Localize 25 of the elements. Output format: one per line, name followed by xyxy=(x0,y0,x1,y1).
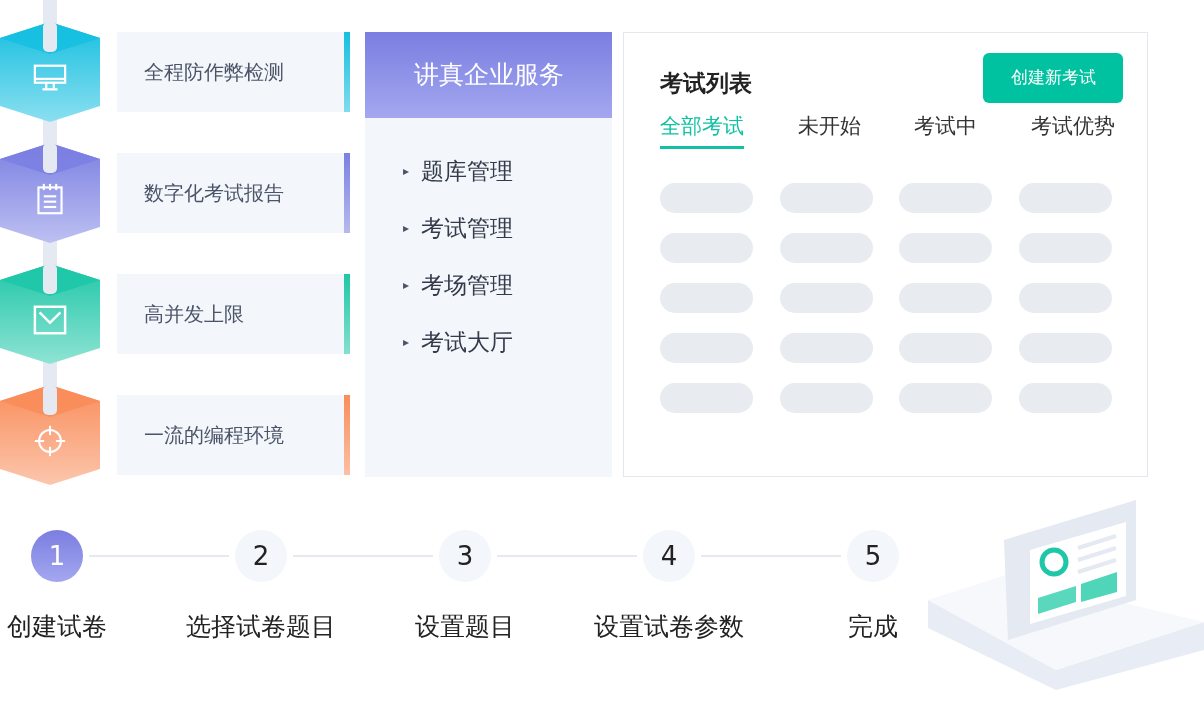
feature-label: 高并发上限 xyxy=(144,301,244,328)
menu-item[interactable]: ▸ 考场管理 xyxy=(403,268,612,302)
step-label: 设置题目 xyxy=(415,611,515,643)
menu-item[interactable]: ▸ 考试大厅 xyxy=(403,325,612,359)
menu-item[interactable]: ▸ 考试管理 xyxy=(403,211,612,245)
step-number: 4 xyxy=(643,530,695,582)
envelope-icon xyxy=(33,304,67,336)
step-number: 1 xyxy=(31,530,83,582)
feature-label: 数字化考试报告 xyxy=(144,180,284,207)
step-label: 选择试卷题目 xyxy=(186,611,336,643)
tab[interactable]: 未开始 xyxy=(797,111,861,149)
tab[interactable]: 考试优势 xyxy=(1030,111,1115,149)
crosshair-icon xyxy=(33,425,67,457)
feature-label: 一流的编程环境 xyxy=(144,422,284,449)
menu-item[interactable]: ▸ 题库管理 xyxy=(403,154,612,188)
step-number: 3 xyxy=(439,530,491,582)
step-number: 2 xyxy=(235,530,287,582)
step-label: 完成 xyxy=(848,611,898,643)
step-label: 创建试卷 xyxy=(7,611,107,643)
step-number: 5 xyxy=(847,530,899,582)
feature-label: 全程防作弊检测 xyxy=(144,59,284,86)
card-title: 考试列表 xyxy=(660,68,752,98)
step-label: 设置试卷参数 xyxy=(594,611,744,643)
tab[interactable]: 考试中 xyxy=(914,111,978,149)
panel-title: 讲真企业服务 xyxy=(413,59,564,92)
